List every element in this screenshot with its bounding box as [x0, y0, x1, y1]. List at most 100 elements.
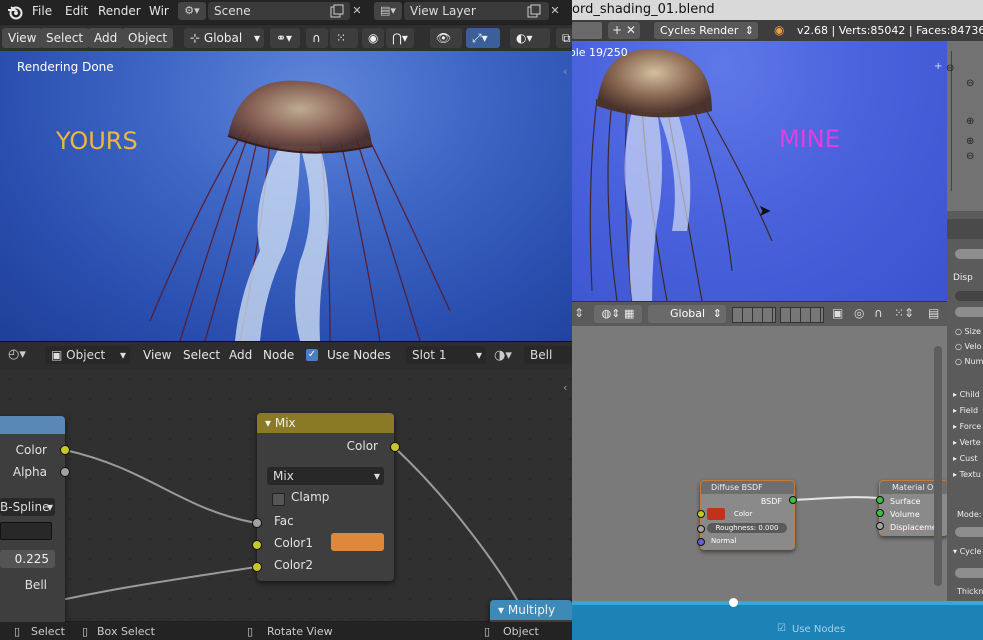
- texture-color-socket[interactable]: [60, 445, 70, 455]
- color1-input-socket[interactable]: [252, 540, 262, 550]
- blender-logo-icon[interactable]: [7, 4, 23, 20]
- viewport-plus-icon[interactable]: +: [934, 61, 942, 72]
- snap-icon[interactable]: ∩: [874, 306, 883, 320]
- roughness-slider[interactable]: Roughness: 0.000: [707, 523, 787, 533]
- menu-edit[interactable]: Edit: [65, 4, 88, 18]
- vertex-groups-panel[interactable]: ▸ Verte: [953, 438, 981, 447]
- clamp-checkbox[interactable]: [272, 493, 285, 506]
- node-menu-select[interactable]: Select: [183, 348, 220, 362]
- lock-camera-icon[interactable]: ▣: [832, 306, 843, 320]
- collapse-arrow-icon[interactable]: ▾: [265, 416, 271, 430]
- gizmo-icon[interactable]: ⤢▾: [466, 28, 500, 48]
- proportional-edit-icon[interactable]: ◉: [362, 28, 384, 48]
- editor-type-icon[interactable]: ◴▾: [8, 347, 26, 362]
- viewport-menu-add[interactable]: Add: [88, 28, 124, 48]
- texture-alpha-socket[interactable]: [60, 467, 70, 477]
- diffuse-bsdf-node[interactable]: Diffuse BSDF BSDF Color Roughness: 0.000…: [700, 480, 795, 550]
- timeline-bar[interactable]: [572, 601, 983, 605]
- render-viewport[interactable]: ole 19/250 MINE ➤ +: [572, 41, 947, 301]
- properties-field[interactable]: [955, 307, 983, 317]
- outliner-item-icon[interactable]: ⊖: [966, 151, 974, 162]
- roughness-socket[interactable]: [697, 525, 705, 533]
- node-editor-canvas[interactable]: Color Alpha B-Spline ▾ 0.225 Bell ▾ Mix C…: [0, 369, 572, 630]
- field-weights-panel[interactable]: ▸ Field: [953, 406, 978, 415]
- texture-value-field[interactable]: 0.225: [0, 550, 55, 568]
- close-icon[interactable]: ✕: [626, 23, 636, 37]
- snap-grid-icon[interactable]: ⁙▾: [330, 28, 358, 65]
- material-name-field[interactable]: Bell: [524, 346, 572, 364]
- bsdf-output-socket[interactable]: [789, 496, 797, 504]
- pivot-point-icon[interactable]: ⚭▾: [270, 28, 300, 48]
- viewport-3d[interactable]: Rendering Done YOURS ‹: [0, 51, 572, 341]
- material-sphere-icon[interactable]: ◑▾: [494, 348, 512, 363]
- plus-icon[interactable]: +: [612, 23, 622, 37]
- texture-node-header[interactable]: [0, 416, 65, 434]
- surface-input-socket[interactable]: [876, 496, 884, 504]
- view-layer-selector-icon[interactable]: ▤▾: [374, 2, 402, 20]
- outliner-panel[interactable]: ⊖ ⊖ ⊕ ⊕ ⊖: [946, 41, 983, 211]
- slot-dropdown[interactable]: Slot 1 ▾: [406, 346, 486, 364]
- node-scrollbar[interactable]: [934, 346, 942, 586]
- timeline-scrubber[interactable]: [729, 598, 738, 607]
- xray-icon[interactable]: ⧉: [556, 28, 572, 48]
- mode-field[interactable]: [955, 527, 983, 537]
- displacement-input-socket[interactable]: [876, 522, 884, 530]
- mix-output-socket[interactable]: [390, 442, 400, 452]
- menu-file[interactable]: File: [32, 4, 52, 18]
- transform-orientation-dropdown[interactable]: ⊹ Global ▾: [184, 28, 264, 48]
- node-menu-node[interactable]: Node: [263, 348, 294, 362]
- fac-input-socket[interactable]: [252, 518, 262, 528]
- close-view-layer-icon[interactable]: ✕: [546, 2, 564, 20]
- close-scene-icon[interactable]: ✕: [348, 2, 366, 20]
- falloff-curve-icon[interactable]: ⋂▾: [386, 28, 414, 48]
- force-field-panel[interactable]: ▸ Force: [953, 422, 981, 431]
- proportional-edit-icon[interactable]: ◎: [854, 306, 864, 320]
- transform-orientation-dropdown-268[interactable]: Global ⇕: [648, 305, 726, 323]
- copy-view-layer-icon[interactable]: [527, 4, 541, 18]
- custom-props-panel[interactable]: ▸ Cust: [953, 454, 978, 463]
- layers-grid-1[interactable]: [732, 307, 776, 323]
- color1-swatch[interactable]: [331, 533, 384, 551]
- diffuse-color-swatch[interactable]: [707, 508, 725, 520]
- visibility-eye-icon[interactable]: 👁▾: [430, 28, 462, 65]
- use-nodes-checkbox-268[interactable]: ☑: [777, 623, 786, 634]
- viewport-menu-view[interactable]: View: [2, 28, 43, 48]
- color2-input-socket[interactable]: [252, 562, 262, 572]
- overlay-icon[interactable]: ◐▾: [510, 28, 550, 48]
- scene-selector-icon[interactable]: ⚙▾: [178, 2, 206, 20]
- mix-node[interactable]: ▾ Mix Color Mix ▾ Clamp Fac Color1 Color2: [257, 413, 394, 581]
- normal-socket[interactable]: [697, 538, 705, 546]
- properties-tabs[interactable]: [947, 219, 983, 239]
- node-editor-268[interactable]: Diffuse BSDF BSDF Color Roughness: 0.000…: [572, 326, 948, 601]
- use-nodes-checkbox[interactable]: ✓: [306, 349, 318, 361]
- volume-input-socket[interactable]: [876, 509, 884, 517]
- viewport-menu-select[interactable]: Select: [40, 28, 90, 48]
- collapse-arrow-icon[interactable]: ▾: [498, 603, 504, 617]
- updown-icon[interactable]: ⇕: [574, 306, 584, 320]
- snap-magnet-icon[interactable]: ∩: [306, 28, 328, 48]
- menu-window[interactable]: Wir: [149, 4, 169, 18]
- layers-grid-2[interactable]: [780, 307, 824, 323]
- children-panel[interactable]: ▸ Child: [953, 390, 980, 399]
- diffuse-color-socket[interactable]: [697, 510, 705, 518]
- outliner-item-icon[interactable]: ⊕: [966, 136, 974, 147]
- velocity-checkbox[interactable]: ○ Velo: [955, 342, 981, 351]
- viewport-menu-object[interactable]: Object: [122, 28, 174, 48]
- blend-mode-dropdown[interactable]: Mix ▾: [267, 467, 384, 485]
- shading-mode-icon[interactable]: ◍⇕ ▦: [594, 305, 642, 323]
- properties-field[interactable]: [955, 291, 983, 301]
- diffuse-node-header[interactable]: Diffuse BSDF: [701, 481, 794, 494]
- texture-node[interactable]: Color Alpha B-Spline ▾ 0.225 Bell: [0, 416, 65, 626]
- node-sidebar-toggle-icon[interactable]: ‹: [563, 381, 567, 394]
- render-engine-dropdown[interactable]: Cycles Render ⇕: [654, 22, 758, 39]
- outliner-item-icon[interactable]: ⊖: [966, 78, 974, 89]
- outliner-item-icon[interactable]: ⊖: [946, 63, 954, 74]
- snap-target-icon[interactable]: ⁙⇕: [894, 306, 914, 320]
- node-menu-view[interactable]: View: [143, 348, 171, 362]
- render-icon[interactable]: ▤: [928, 306, 939, 320]
- textures-panel[interactable]: ▸ Textu: [953, 470, 981, 479]
- copy-scene-icon[interactable]: [330, 4, 344, 18]
- outliner-item-icon[interactable]: ⊕: [966, 116, 974, 127]
- menu-render[interactable]: Render: [98, 4, 141, 18]
- node-menu-add[interactable]: Add: [229, 348, 252, 362]
